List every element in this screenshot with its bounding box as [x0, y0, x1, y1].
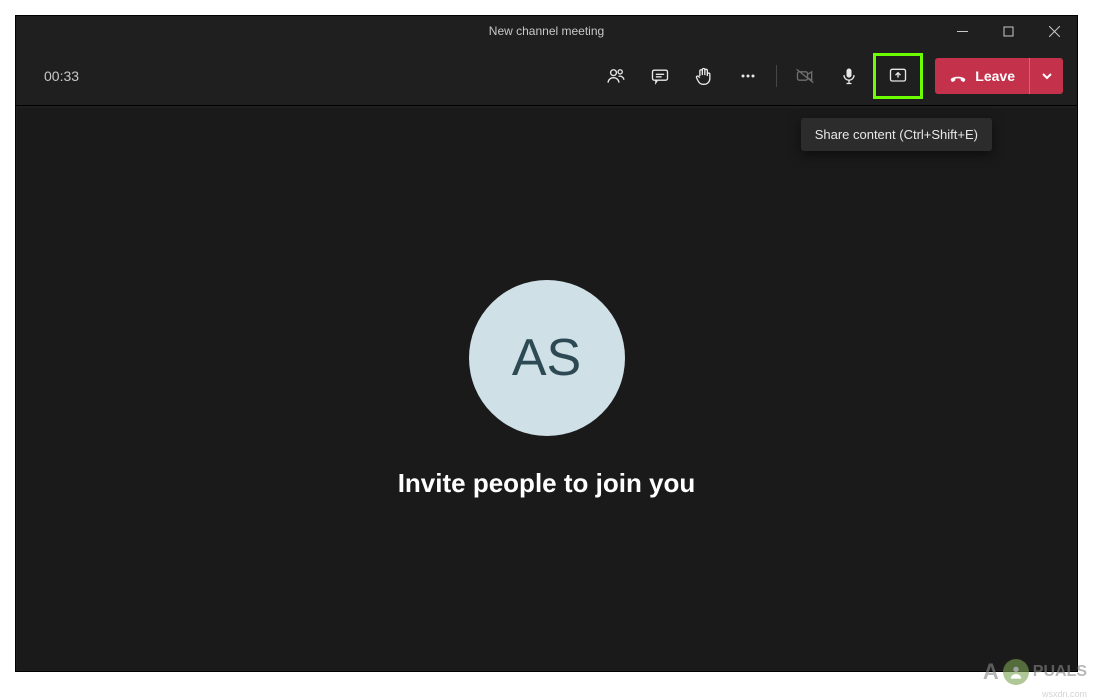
toolbar-divider [776, 65, 777, 87]
watermark-avatar-icon [1003, 659, 1029, 685]
avatar: AS [469, 280, 625, 436]
titlebar: New channel meeting [16, 16, 1077, 46]
participants-button[interactable] [594, 58, 638, 94]
microphone-button[interactable] [827, 58, 871, 94]
mic-icon [839, 66, 859, 86]
avatar-initials: AS [512, 328, 581, 388]
meeting-toolbar: 00:33 [16, 46, 1077, 106]
close-icon [1049, 26, 1060, 37]
chevron-down-icon [1041, 70, 1053, 82]
hangup-icon [949, 67, 967, 85]
maximize-icon [1003, 26, 1014, 37]
chat-icon [650, 66, 670, 86]
leave-options-button[interactable] [1029, 58, 1063, 94]
leave-group: Leave [935, 58, 1063, 94]
share-tooltip: Share content (Ctrl+Shift+E) [801, 118, 992, 151]
watermark-text: PUALS [1033, 663, 1087, 681]
app-window: New channel meeting 00:33 [15, 15, 1078, 672]
camera-off-icon [795, 66, 815, 86]
more-icon [738, 66, 758, 86]
window-title: New channel meeting [16, 24, 1077, 38]
share-icon [888, 66, 908, 86]
camera-button[interactable] [783, 58, 827, 94]
meeting-stage: AS Invite people to join you [17, 108, 1076, 670]
raise-hand-icon [694, 66, 714, 86]
leave-label: Leave [975, 68, 1015, 84]
maximize-button[interactable] [985, 16, 1031, 46]
minimize-icon [957, 26, 968, 37]
leave-button[interactable]: Leave [935, 58, 1029, 94]
meeting-timer: 00:33 [44, 68, 79, 84]
chat-button[interactable] [638, 58, 682, 94]
window-controls [939, 16, 1077, 46]
watermark: A PUALS [983, 659, 1087, 685]
share-content-button[interactable] [876, 56, 920, 96]
more-actions-button[interactable] [726, 58, 770, 94]
raise-hand-button[interactable] [682, 58, 726, 94]
minimize-button[interactable] [939, 16, 985, 46]
close-button[interactable] [1031, 16, 1077, 46]
invite-heading: Invite people to join you [398, 468, 696, 499]
people-icon [606, 66, 626, 86]
share-button-highlight [873, 53, 923, 99]
